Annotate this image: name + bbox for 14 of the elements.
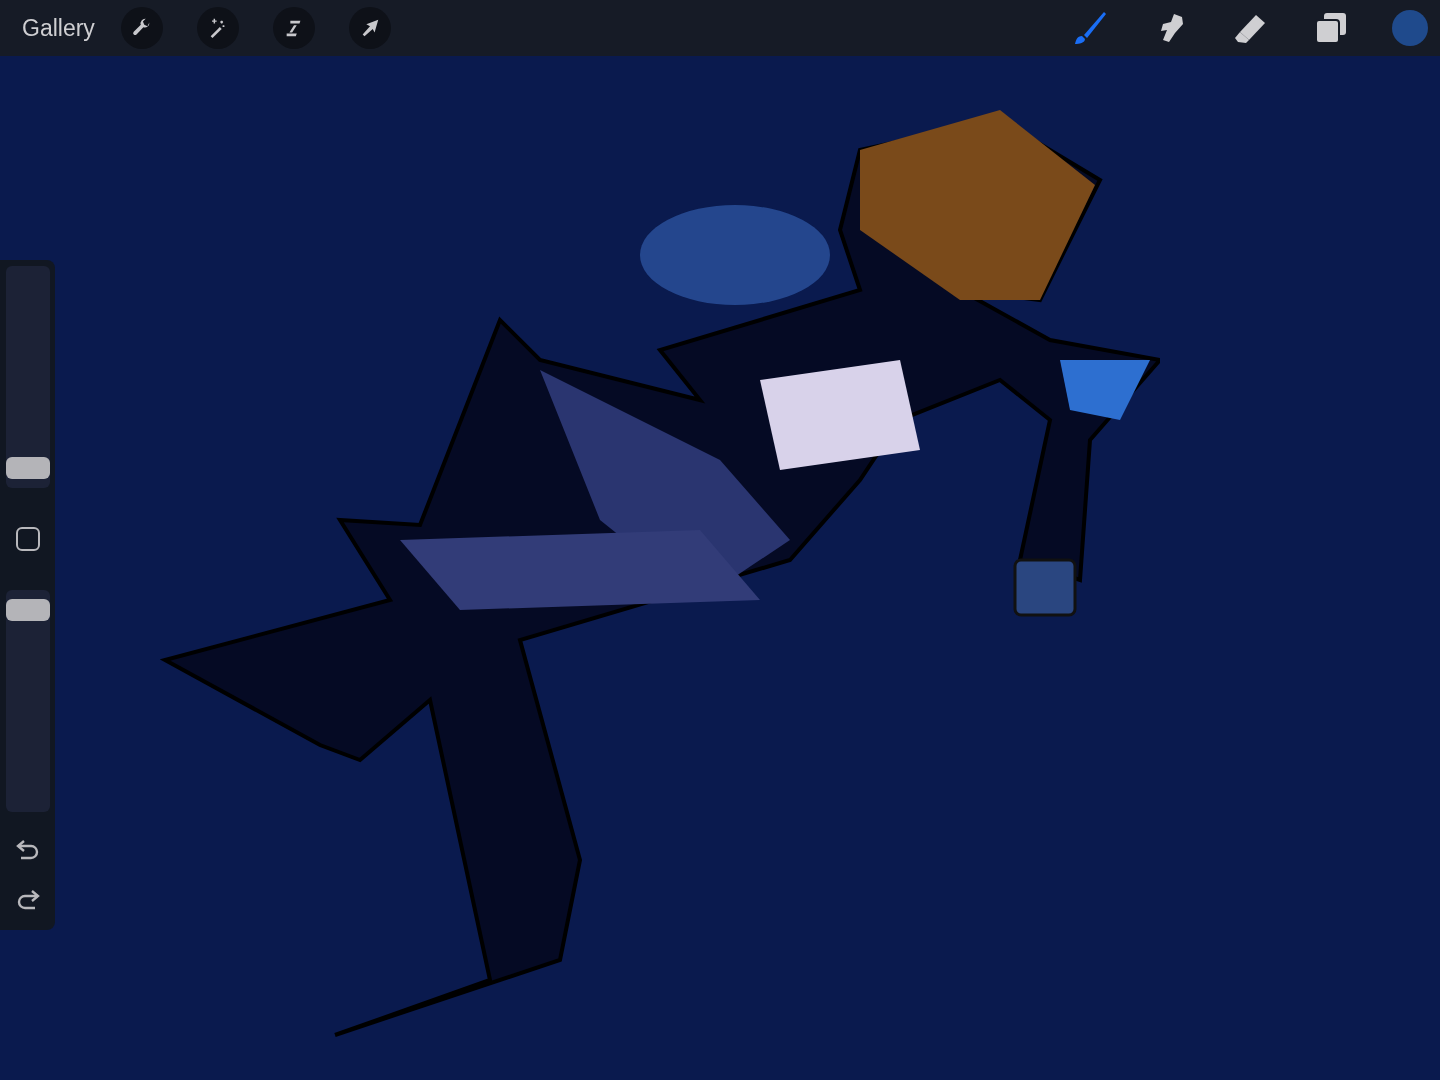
gallery-button[interactable]: Gallery <box>22 14 95 42</box>
layers-icon <box>1314 11 1348 45</box>
selection-button[interactable] <box>272 7 315 49</box>
layers-tool-button[interactable] <box>1314 11 1348 45</box>
transform-button[interactable] <box>348 7 391 49</box>
color-swatch[interactable] <box>1392 10 1428 46</box>
brush-size-slider[interactable] <box>5 266 50 488</box>
undo-icon[interactable] <box>14 838 41 862</box>
slider-thumb[interactable] <box>5 457 50 480</box>
square-icon[interactable] <box>14 526 41 552</box>
slider-thumb[interactable] <box>5 598 50 621</box>
wrench-button[interactable] <box>120 7 163 49</box>
opacity-slider[interactable] <box>5 590 50 812</box>
wand-button[interactable] <box>196 7 239 49</box>
